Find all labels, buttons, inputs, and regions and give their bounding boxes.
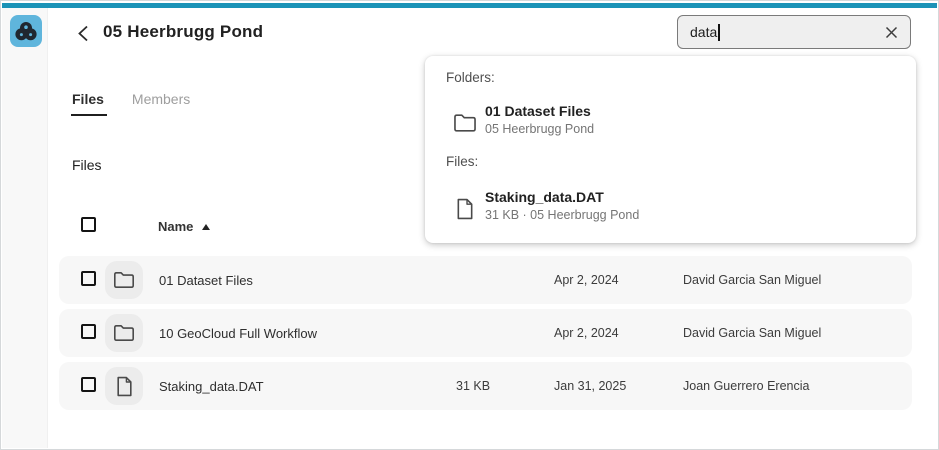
- table-row[interactable]: 01 Dataset Files Apr 2, 2024 David Garci…: [59, 256, 912, 304]
- row-checkbox[interactable]: [81, 271, 96, 286]
- file-name: 10 GeoCloud Full Workflow: [159, 326, 317, 341]
- file-type-chip: [105, 367, 143, 405]
- file-owner: David Garcia San Miguel: [683, 273, 821, 287]
- file-type-chip: [105, 261, 143, 299]
- file-type-chip: [105, 314, 143, 352]
- search-input-value: data: [690, 24, 717, 40]
- back-button[interactable]: [73, 23, 93, 43]
- result-title: 01 Dataset Files: [485, 103, 591, 119]
- file-size: 31 KB: [456, 379, 490, 393]
- file-modified-date: Apr 2, 2024: [554, 273, 619, 287]
- file-name: 01 Dataset Files: [159, 273, 253, 288]
- row-checkbox[interactable]: [81, 377, 96, 392]
- search-input[interactable]: data: [677, 15, 911, 49]
- files-section-label: Files: [72, 157, 102, 173]
- chevron-left-icon: [77, 25, 89, 42]
- result-subtitle: 31 KB · 05 Heerbrugg Pond: [485, 208, 639, 222]
- file-owner: David Garcia San Miguel: [683, 326, 821, 340]
- results-folders-label: Folders:: [446, 70, 495, 85]
- file-owner: Joan Guerrero Erencia: [683, 379, 809, 393]
- sidebar: [2, 8, 48, 448]
- app-logo[interactable]: [10, 15, 42, 47]
- clear-search-button[interactable]: [882, 23, 900, 41]
- tab-bar: Files Members: [72, 91, 190, 116]
- tab-files[interactable]: Files: [72, 91, 104, 116]
- search-results-dropdown: Folders: 01 Dataset Files 05 Heerbrugg P…: [425, 56, 916, 243]
- result-title: Staking_data.DAT: [485, 189, 604, 205]
- table-row[interactable]: Staking_data.DAT 31 KB Jan 31, 2025 Joan…: [59, 362, 912, 410]
- result-subtitle: 05 Heerbrugg Pond: [485, 122, 594, 136]
- column-header-name[interactable]: Name: [158, 219, 210, 234]
- tab-members[interactable]: Members: [132, 91, 190, 116]
- geocloud-window: 05 Heerbrugg Pond data Files Members Fil…: [0, 0, 939, 450]
- select-all-checkbox[interactable]: [81, 217, 96, 232]
- file-modified-date: Apr 2, 2024: [554, 326, 619, 340]
- file-modified-date: Jan 31, 2025: [554, 379, 626, 393]
- text-caret: [718, 24, 720, 41]
- search-result-folder[interactable]: 01 Dataset Files 05 Heerbrugg Pond: [425, 100, 916, 146]
- folder-icon: [113, 324, 135, 342]
- row-checkbox[interactable]: [81, 324, 96, 339]
- folder-icon: [113, 271, 135, 289]
- column-header-name-label: Name: [158, 219, 193, 234]
- file-icon: [116, 376, 133, 397]
- table-row[interactable]: 10 GeoCloud Full Workflow Apr 2, 2024 Da…: [59, 309, 912, 357]
- file-icon: [452, 198, 478, 221]
- sort-ascending-icon: [202, 224, 210, 230]
- folder-icon: [452, 113, 478, 133]
- close-icon: [885, 26, 898, 39]
- top-accent-bar: [2, 3, 937, 8]
- file-name: Staking_data.DAT: [159, 379, 264, 394]
- results-files-label: Files:: [446, 154, 478, 169]
- page-title: 05 Heerbrugg Pond: [103, 22, 263, 42]
- search-result-file[interactable]: Staking_data.DAT 31 KB · 05 Heerbrugg Po…: [425, 186, 916, 232]
- app-logo-icon: [14, 20, 38, 42]
